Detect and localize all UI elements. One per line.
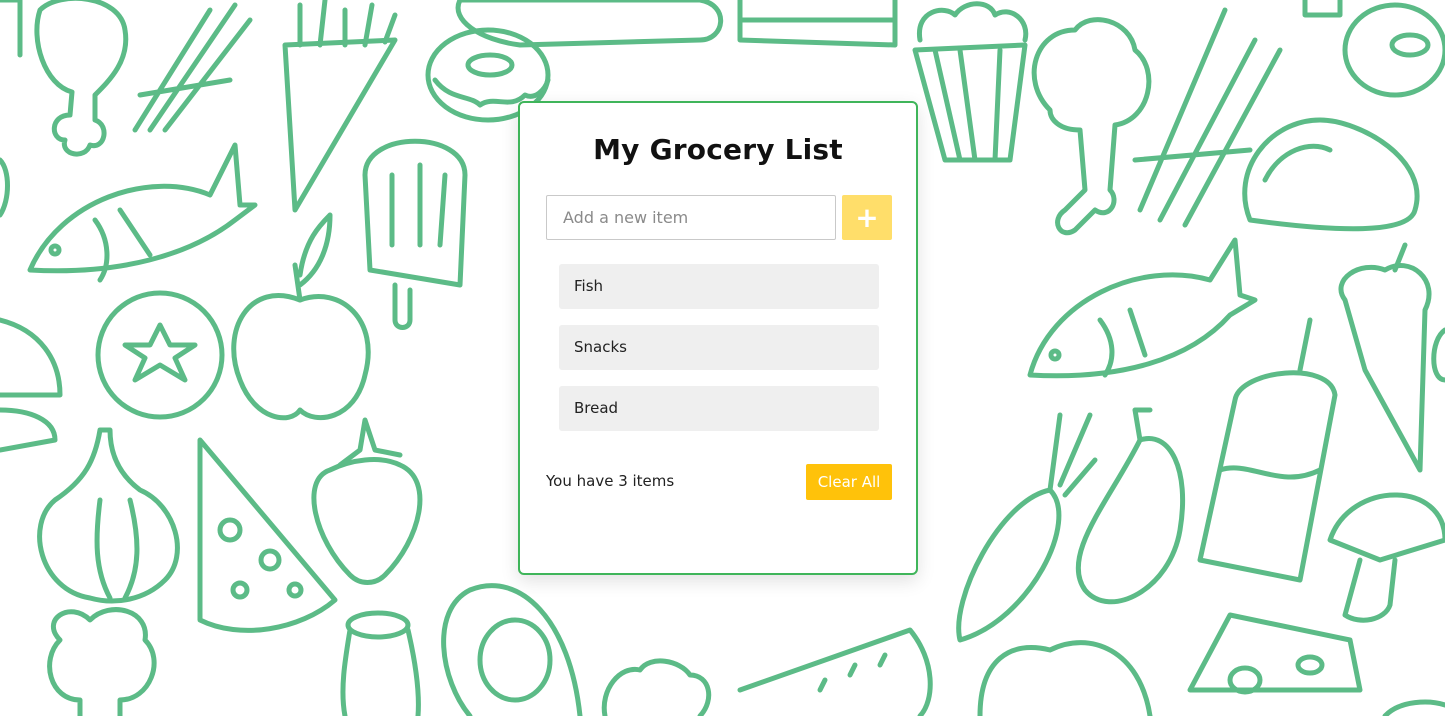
- milk-bottle-icon: [340, 610, 421, 716]
- smoothie-icon: [1197, 317, 1338, 583]
- burger-icon: [0, 317, 63, 453]
- cake-icon: [737, 0, 898, 48]
- asparagus-icon: [132, 2, 253, 133]
- ice-cream-icon: [1382, 699, 1445, 716]
- broccoli-icon: [1031, 17, 1152, 235]
- fish-icon: [1027, 237, 1258, 379]
- bread-icon: [455, 0, 724, 48]
- carrot-icon: [956, 412, 1098, 643]
- broccoli-icon: [47, 607, 157, 716]
- pizza-slice-icon: [197, 437, 338, 633]
- drumstick-icon: [0, 0, 23, 218]
- list-item[interactable]: Snacks: [559, 325, 879, 370]
- fries-icon: [282, 0, 398, 213]
- strawberry-icon: [311, 417, 423, 585]
- tomato-icon: [95, 290, 225, 420]
- list-item[interactable]: Fish: [559, 264, 879, 309]
- cheese-icon: [1302, 0, 1343, 18]
- asparagus-icon: [1132, 7, 1283, 228]
- add-item-row: +: [546, 195, 892, 240]
- taco-icon: [1242, 117, 1420, 232]
- avocado-icon: [441, 583, 583, 716]
- page-title: My Grocery List: [593, 133, 843, 166]
- ice-cream-icon: [1338, 242, 1432, 473]
- mushroom-icon: [1327, 492, 1445, 623]
- apple-icon: [231, 212, 371, 421]
- broccoli-icon: [601, 658, 712, 716]
- drumstick-icon: [34, 0, 129, 157]
- add-item-input[interactable]: [546, 195, 836, 240]
- popsicle-icon: [362, 138, 468, 330]
- bread-icon: [977, 640, 1153, 716]
- popcorn-icon: [912, 1, 1029, 163]
- donut-icon: [1342, 2, 1445, 98]
- cheese-icon: [1187, 612, 1363, 695]
- watermelon-icon: [737, 627, 933, 716]
- garlic-icon: [37, 427, 180, 604]
- list-item[interactable]: Bread: [559, 386, 879, 431]
- fish-icon: [27, 142, 258, 283]
- eggplant-icon: [1075, 407, 1186, 605]
- item-count-text: You have 3 items: [546, 472, 675, 490]
- burger-icon: [1431, 327, 1445, 383]
- grocery-list-card: My Grocery List + Fish Snacks Bread You …: [518, 101, 918, 575]
- add-item-button[interactable]: +: [842, 195, 892, 240]
- grocery-list: Fish Snacks Bread: [559, 264, 879, 447]
- clear-all-button[interactable]: Clear All: [806, 464, 892, 500]
